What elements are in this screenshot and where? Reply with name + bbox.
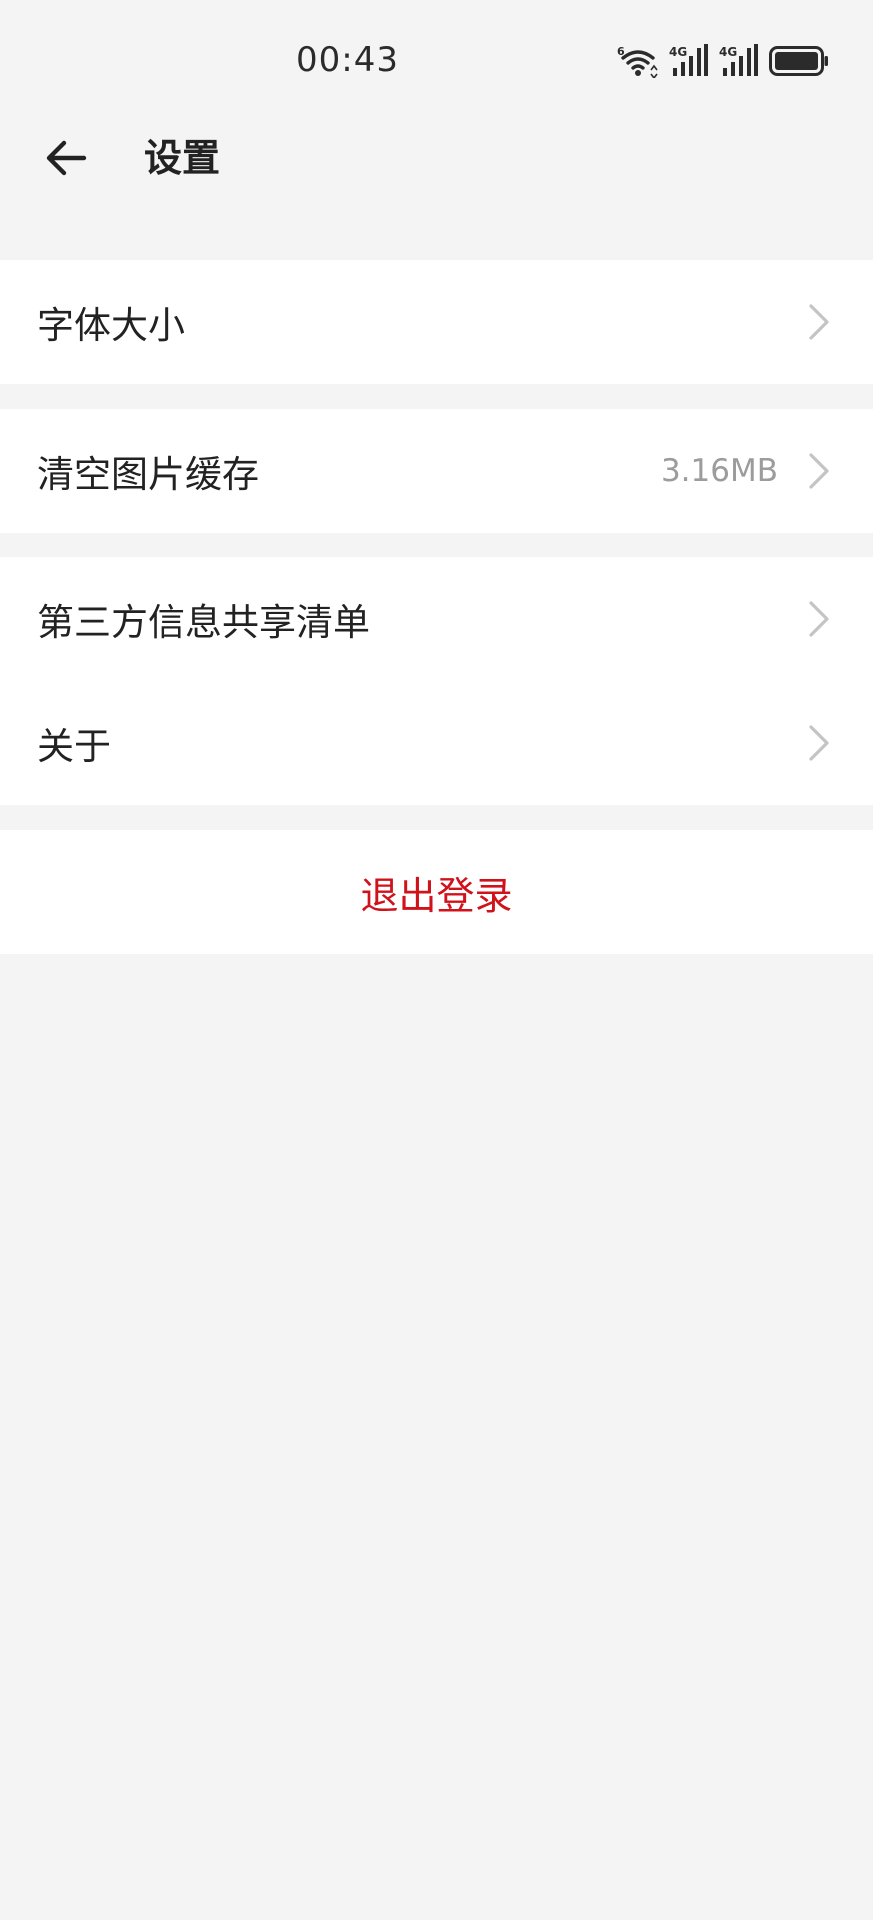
logout-button[interactable]: 退出登录	[0, 830, 873, 954]
page-title: 设置	[144, 136, 221, 180]
logout-group: 退出登录	[0, 830, 873, 954]
wifi-6-icon: 6	[617, 44, 659, 78]
about-label: 关于	[37, 725, 111, 768]
logout-label: 退出登录	[360, 873, 513, 918]
about-row[interactable]: 关于	[0, 681, 873, 805]
sim2-label: 4G	[719, 45, 737, 59]
arrow-left-icon	[46, 140, 87, 176]
status-bar: 00:43 6 4G 4G	[0, 0, 873, 120]
signal-4g-icon: 4G	[669, 44, 709, 78]
settings-group-display: 字体大小	[0, 260, 873, 384]
clear-cache-label: 清空图片缓存	[37, 453, 259, 496]
settings-group-info: 第三方信息共享清单 关于	[0, 557, 873, 805]
chevron-right-icon	[805, 302, 833, 342]
sim1-label: 4G	[669, 45, 687, 59]
font-size-label: 字体大小	[37, 304, 185, 347]
third-party-sharing-label: 第三方信息共享清单	[37, 601, 370, 644]
cache-size-value: 3.16MB	[660, 453, 778, 489]
signal-4g-icon: 4G	[719, 44, 759, 78]
chevron-right-icon	[805, 723, 833, 763]
chevron-right-icon	[805, 599, 833, 639]
chevron-right-icon	[805, 451, 833, 491]
back-button[interactable]	[34, 126, 98, 190]
status-time: 00:43	[296, 40, 399, 80]
font-size-row[interactable]: 字体大小	[0, 260, 873, 384]
settings-group-cache: 清空图片缓存 3.16MB	[0, 409, 873, 533]
third-party-sharing-row[interactable]: 第三方信息共享清单	[0, 557, 873, 681]
status-icons: 6 4G 4G	[617, 44, 829, 78]
clear-cache-row[interactable]: 清空图片缓存 3.16MB	[0, 409, 873, 533]
battery-icon	[769, 46, 829, 76]
